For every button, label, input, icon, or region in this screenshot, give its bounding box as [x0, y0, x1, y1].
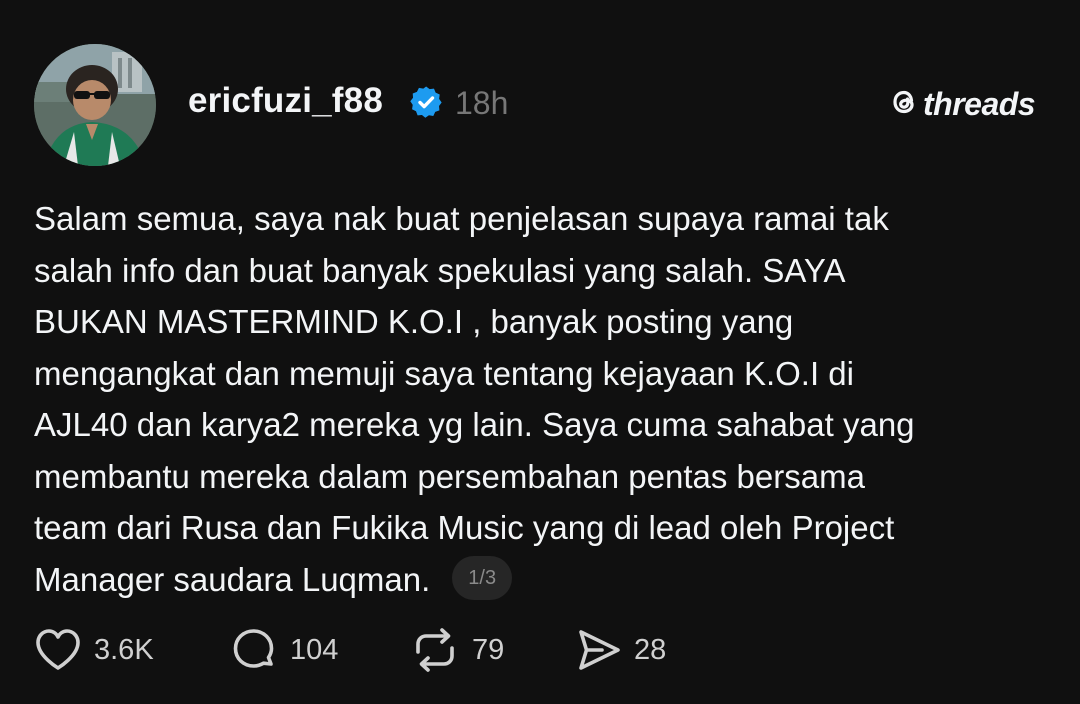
- threads-logo-icon: [889, 86, 919, 123]
- threads-brand: threads: [889, 84, 1036, 124]
- like-count: 3.6K: [94, 633, 154, 666]
- post-line: membantu mereka dalam persembahan pentas…: [34, 457, 865, 495]
- username[interactable]: ericfuzi_f88: [188, 78, 383, 124]
- post-body: Salam semua, saya nak buat penjelasan su…: [34, 193, 1044, 605]
- post-line: AJL40 dan karya2 mereka yg lain. Saya cu…: [34, 406, 915, 443]
- reply-count: 104: [290, 633, 339, 666]
- speech-bubble-icon: [230, 626, 278, 674]
- post-line: Manager saudara Luqman.: [34, 560, 431, 598]
- like-button[interactable]: 3.6K: [34, 624, 154, 676]
- repost-count: 79: [472, 633, 505, 666]
- post-line: mengangkat dan memuji saya tentang kejay…: [34, 354, 854, 392]
- avatar[interactable]: [34, 44, 156, 166]
- page-indicator: 1/3: [452, 555, 513, 600]
- reply-button[interactable]: 104: [230, 624, 338, 676]
- share-count: 28: [634, 633, 667, 666]
- verified-badge-icon: [410, 86, 442, 118]
- post-line-last: Manager saudara Luqman. 1/3: [34, 554, 1044, 606]
- repost-icon: [410, 626, 460, 674]
- threads-post: ericfuzi_f88 18h threads Salam semua, sa…: [0, 0, 1080, 704]
- post-line: Salam semua, saya nak buat penjelasan su…: [34, 200, 889, 237]
- post-line: BUKAN MASTERMIND K.O.I , banyak posting …: [34, 303, 794, 340]
- post-line: team dari Rusa dan Fukika Music yang di …: [34, 509, 895, 546]
- heart-icon: [34, 627, 82, 673]
- post-line: salah info dan buat banyak spekulasi yan…: [34, 251, 846, 289]
- send-icon: [574, 626, 622, 674]
- repost-button[interactable]: 79: [410, 624, 504, 676]
- threads-wordmark: threads: [923, 85, 1036, 122]
- timestamp: 18h: [455, 85, 509, 121]
- share-button[interactable]: 28: [574, 624, 666, 676]
